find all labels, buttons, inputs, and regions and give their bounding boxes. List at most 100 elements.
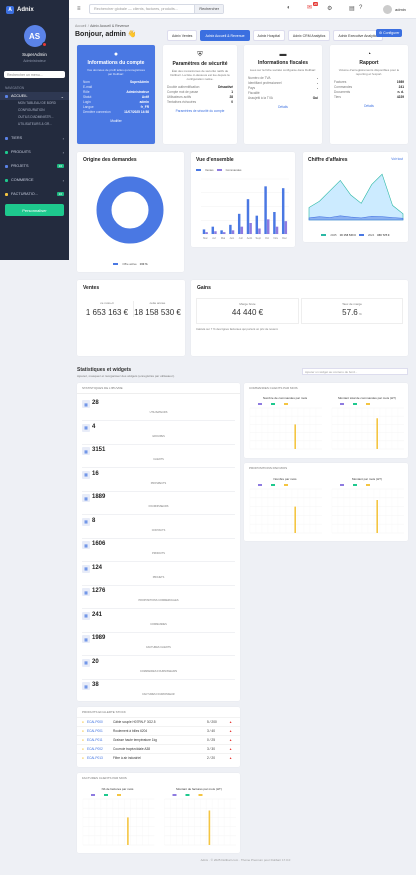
money-icon: ▬ <box>279 51 287 58</box>
stat-icon: ▦ <box>82 588 90 596</box>
sidebar-subitem-config[interactable]: CONFIGURATION <box>0 107 69 114</box>
user-avatar[interactable] <box>383 5 392 14</box>
table-row[interactable]: ● ECAi-P001 Roulement à billes 6204 3 / 40 ▲ <box>77 726 240 735</box>
bar <box>294 424 296 449</box>
stock-list: ● ECAi-P000 Câble souple H07RN-F 3G2.5 5 / … <box>77 717 240 762</box>
stat-item[interactable]: ▦ 4 GROUPES <box>82 421 235 445</box>
tab-ventes[interactable]: Adnix Ventes <box>167 30 198 41</box>
fiscal-card: ▬ Informations fiscales Lues sur la fich… <box>244 45 322 144</box>
global-search[interactable]: Rechercher globale — clients, factures, … <box>89 4 224 14</box>
stat-item[interactable]: ▦ 38 FACTURES FOURNISSEUR <box>82 679 235 703</box>
settings-icon[interactable]: ⚙ <box>327 5 332 12</box>
stat-value: 4 <box>92 423 96 430</box>
print-icon[interactable]: ▤ <box>349 5 355 12</box>
status-dot-icon <box>41 42 47 47</box>
tab-crm[interactable]: Adnix CRM Analytics <box>287 30 331 41</box>
stat-icon: ▦ <box>82 400 90 408</box>
sidebar-subitem-dashboard[interactable]: MON TABLEAU DE BORD <box>0 100 69 107</box>
sidebar-item-projets[interactable]: PROJETS 16 <box>0 162 69 170</box>
menu-toggle-icon[interactable]: ≡ <box>77 6 81 12</box>
account-card: ● Informations du compte Vos données de … <box>77 45 155 144</box>
stat-item[interactable]: ▦ 16 PROSPECTS <box>82 468 235 492</box>
building-icon <box>5 136 8 140</box>
overview-bar-chart: Mar Avr Mai Juin Juil Août Sept Oct Nov Déc <box>201 178 289 240</box>
stat-item[interactable]: ▦ 3151 CLIENTS <box>82 444 235 468</box>
revenue-title: Chiffre d'affaires <box>308 157 348 163</box>
stat-value: 38 <box>92 682 99 688</box>
stat-item[interactable]: ▦ 1276 PROPOSITIONS COMMERCIALES <box>82 585 235 609</box>
tick-label: Déc <box>282 236 287 240</box>
user-profile[interactable]: AS SuperAdmin Administrateur <box>0 19 69 67</box>
proposals-widget-title: PROPOSITIONS PAR MOIS <box>249 466 288 470</box>
bar <box>237 213 241 234</box>
breadcrumb-home[interactable]: Accueil <box>75 24 86 28</box>
stat-item[interactable]: ▦ 8 CONTACTS <box>82 515 235 539</box>
customize-button[interactable]: Personnaliser <box>5 204 64 216</box>
search-button[interactable]: Rechercher <box>194 5 223 13</box>
stat-item[interactable]: ▦ 28 UTILISATEURS <box>82 397 235 421</box>
view-all-link[interactable]: Voir tout <box>391 157 403 161</box>
table-row[interactable]: ● ECAi-P002 Courroie trapézoïdale A38 3 / 3… <box>77 744 240 753</box>
search-input[interactable]: Rechercher globale — clients, factures, … <box>90 7 194 11</box>
legend-swatch <box>172 794 177 796</box>
table-row[interactable]: ● ECAi-P000 Câble souple H07RN-F 3G2.5 5 / … <box>77 717 240 726</box>
stat-item[interactable]: ▦ 1989 FACTURES CLIENTS <box>82 632 235 656</box>
stat-item[interactable]: ▦ 20 COMMANDES FOURNISSEURS <box>82 656 235 680</box>
sidebar-item-accueil[interactable]: ACCUEIL ⌄ <box>0 92 69 100</box>
table-row[interactable]: ● ECAi-P011 Graisse haute température 1kg 0… <box>77 735 240 744</box>
sidebar-subitem-users[interactable]: UTILISATEURS & GR... <box>0 121 69 128</box>
dark-mode-icon[interactable]: ◐ <box>287 5 291 11</box>
report-card: ◔ Rapport Volume d'enregistrements dispo… <box>330 45 408 144</box>
security-card: ⛨ Paramètres de sécurité État des mécani… <box>163 45 237 144</box>
sidebar-item-facturation[interactable]: FACTURATIO... 10 <box>0 190 69 198</box>
add-widget-select[interactable]: Ajouter un widget au contenu de bord... <box>302 368 408 375</box>
demand-legend: Offre active 100 % <box>77 262 184 266</box>
sidebar-item-produits[interactable]: PRODUITS › <box>0 148 69 156</box>
stat-item[interactable]: ▦ 1889 FOURNISSEURS <box>82 491 235 515</box>
user-menu-label[interactable]: admin <box>395 7 406 12</box>
sidebar-item-commerce[interactable]: COMMERCE › <box>0 176 69 184</box>
bar <box>255 215 259 234</box>
stat-label: UTILISATEURS <box>149 411 168 414</box>
stat-item[interactable]: ▦ 1606 PRODUITS <box>82 538 235 562</box>
invoices-widget-title: FACTURES CLIENTS PAR MOIS <box>82 776 127 780</box>
tick-label: Mai <box>221 236 226 240</box>
stat-label: PROPOSITIONS COMMERCIALES <box>138 599 179 602</box>
legend-swatch <box>104 794 108 796</box>
notification-icon[interactable]: ✉ <box>307 4 312 11</box>
invoices-amount-title: Montant de factures par mois (HT) <box>176 787 222 791</box>
help-icon[interactable]: ? <box>359 5 362 11</box>
table-row[interactable]: ● ECAi-P013 Filtre à air industriel 2 / 20 ▲ <box>77 753 240 762</box>
bar <box>202 229 206 234</box>
stat-item[interactable]: ▦ 124 PROJETS <box>82 562 235 586</box>
bar <box>275 226 279 234</box>
alert-icon: ▲ <box>229 720 233 724</box>
security-settings-link[interactable]: Paramètres de sécurité du compte <box>163 109 237 113</box>
stat-item[interactable]: ▦ 241 COMMANDES <box>82 609 235 633</box>
tab-accueil[interactable]: Adnix Accueil & Revenue <box>200 30 250 41</box>
revenue-area-chart <box>308 173 404 221</box>
user-name: SuperAdmin <box>22 52 47 57</box>
shield-icon: ⛨ <box>197 51 203 58</box>
gains-note: Calculé sur 7 % des lignes facturées qui… <box>196 327 279 331</box>
fiscal-details-link[interactable]: Détails <box>244 105 322 109</box>
invoice-icon <box>5 192 8 196</box>
legend-swatch <box>353 403 357 405</box>
menu-search-input[interactable]: Rechercher un menu... <box>4 71 65 78</box>
sidebar-item-tiers[interactable]: TIERS › <box>0 134 69 142</box>
configure-button[interactable]: ⚙ Configurer <box>376 29 403 37</box>
stat-label: GROUPES <box>152 434 165 438</box>
user-icon: ● <box>113 51 119 58</box>
orders-count-title: Nombre de commandes par mois <box>262 396 308 400</box>
bar <box>208 810 211 845</box>
tab-hospital[interactable]: Adnix Hospital <box>252 30 285 41</box>
sidebar-subitem-admin-tools[interactable]: OUTILS D'ADMINISTR... <box>0 114 69 121</box>
edit-account-link[interactable]: Modifier <box>77 119 155 123</box>
stat-icon: ▦ <box>82 517 90 526</box>
report-details-link[interactable]: Détails <box>330 104 408 108</box>
report-desc: Volume d'enregistrements disponibles pou… <box>338 68 400 76</box>
stat-value: 20 <box>92 658 99 665</box>
demand-origin-card: Origine des demandes Web/Mobile 100 % Off… <box>77 152 184 272</box>
alert-icon: ▲ <box>229 729 233 733</box>
avatar[interactable]: AS <box>23 25 47 47</box>
